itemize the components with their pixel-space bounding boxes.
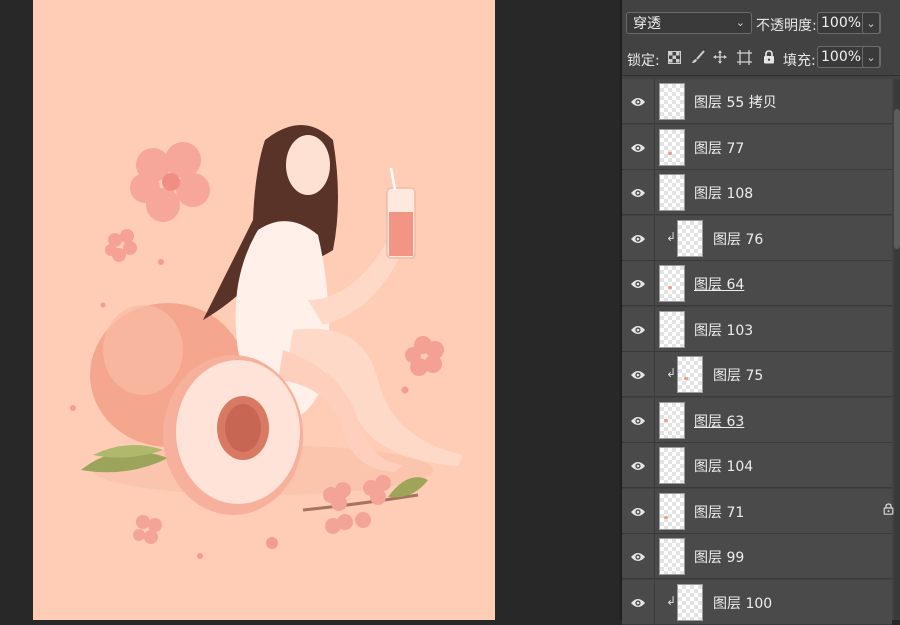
chevron-down-icon: ⌄ — [735, 16, 745, 29]
layer-visibility-toggle[interactable] — [622, 443, 655, 488]
layer-thumbnail — [677, 584, 703, 621]
eye-icon — [631, 143, 645, 152]
layer-row[interactable]: 图层 103 — [622, 307, 892, 352]
clipping-arrow-icon: ↲ — [666, 366, 677, 380]
opacity-value: 100% — [821, 15, 862, 31]
eye-icon — [631, 325, 645, 334]
eye-icon — [631, 370, 645, 379]
eye-icon — [631, 279, 645, 288]
eye-icon — [631, 97, 645, 106]
lock-artboard-icon[interactable] — [736, 49, 752, 65]
opacity-dropdown-button[interactable]: ⌄ — [862, 12, 880, 34]
layer-name[interactable]: 图层 63 — [694, 411, 744, 431]
chevron-down-icon: ⌄ — [866, 16, 876, 30]
layer-row[interactable]: 图层 99 — [622, 534, 892, 579]
fill-value: 100% — [821, 49, 862, 65]
layer-row[interactable]: 图层 64 — [622, 261, 892, 306]
layer-row[interactable]: ↲ 图层 100 — [622, 580, 892, 625]
layers-panel: 穿透 ⌄ 不透明度: 100% ⌄ 锁定: 填充: 100% ⌄ 图层 55 拷… — [622, 0, 900, 625]
layer-thumbnail — [659, 493, 685, 530]
clipping-arrow-icon: ↲ — [666, 594, 677, 608]
eye-icon — [631, 507, 645, 516]
layer-visibility-toggle[interactable] — [622, 79, 655, 124]
layer-thumbnail — [659, 447, 685, 484]
blend-mode-select[interactable]: 穿透 ⌄ — [626, 12, 752, 34]
artboard-illustration[interactable] — [33, 0, 495, 620]
layer-row[interactable]: ↲ 图层 76 — [622, 216, 892, 261]
lock-fill-row: 锁定: 填充: 100% ⌄ — [622, 40, 900, 74]
lock-transparent-pixels-icon[interactable] — [666, 49, 682, 65]
layer-name[interactable]: 图层 100 — [713, 593, 772, 613]
peach-girl-illustration — [33, 0, 495, 620]
layer-name[interactable]: 图层 108 — [694, 183, 753, 203]
clipping-arrow-icon: ↲ — [666, 230, 677, 244]
layer-thumbnail — [659, 311, 685, 348]
layer-visibility-toggle[interactable] — [622, 307, 655, 352]
layer-name[interactable]: 图层 75 — [713, 365, 763, 385]
layer-name[interactable]: 图层 77 — [694, 138, 744, 158]
eye-icon — [631, 552, 645, 561]
layer-row[interactable]: 图层 55 拷贝 — [622, 79, 892, 124]
eye-icon — [631, 188, 645, 197]
layer-name[interactable]: 图层 64 — [694, 274, 744, 294]
layer-name[interactable]: 图层 103 — [694, 320, 753, 340]
lock-all-icon[interactable] — [761, 49, 777, 65]
layer-visibility-toggle[interactable] — [622, 261, 655, 306]
layer-name[interactable]: 图层 99 — [694, 547, 744, 567]
eye-icon — [631, 461, 645, 470]
blend-mode-value: 穿透 — [633, 16, 661, 32]
layer-visibility-toggle[interactable] — [622, 216, 655, 261]
layer-name[interactable]: 图层 76 — [713, 229, 763, 249]
lock-position-icon[interactable] — [712, 49, 728, 65]
layer-list: 图层 55 拷贝 图层 77 图层 108 ↲ 图层 76 图层 64 图层 103 ↲ 图层 … — [622, 79, 893, 625]
lock-image-pixels-icon[interactable] — [690, 49, 706, 65]
layer-visibility-toggle[interactable] — [622, 352, 655, 397]
fill-dropdown-button[interactable]: ⌄ — [862, 46, 880, 68]
chevron-down-icon: ⌄ — [866, 50, 876, 64]
layer-row[interactable]: 图层 104 — [622, 443, 892, 488]
layer-thumbnail — [659, 265, 685, 302]
layer-visibility-toggle[interactable] — [622, 534, 655, 579]
blend-opacity-row: 穿透 ⌄ 不透明度: 100% ⌄ — [622, 6, 900, 40]
layer-thumbnail — [677, 220, 703, 257]
layer-thumbnail — [677, 356, 703, 393]
layer-visibility-toggle[interactable] — [622, 170, 655, 215]
layer-name[interactable]: 图层 55 拷贝 — [694, 92, 777, 112]
opacity-label: 不透明度: — [756, 18, 817, 34]
layer-name[interactable]: 图层 71 — [694, 502, 744, 522]
eye-icon — [631, 234, 645, 243]
layer-visibility-toggle[interactable] — [622, 489, 655, 534]
layer-visibility-toggle[interactable] — [622, 398, 655, 443]
layer-thumbnail — [659, 402, 685, 439]
eye-icon — [631, 416, 645, 425]
layer-thumbnail — [659, 538, 685, 575]
layer-thumbnail — [659, 174, 685, 211]
layer-list-scrollbar[interactable] — [894, 79, 900, 620]
layer-row[interactable]: 图层 77 — [622, 125, 892, 170]
eye-icon — [631, 598, 645, 607]
scrollbar-thumb[interactable] — [894, 109, 900, 249]
canvas-workspace[interactable] — [0, 0, 620, 620]
fill-label: 填充: — [783, 53, 816, 69]
layer-visibility-toggle[interactable] — [622, 580, 655, 625]
lock-label: 锁定: — [627, 53, 660, 69]
divider — [622, 75, 900, 76]
layer-thumbnail — [659, 83, 685, 120]
layer-row[interactable]: 图层 63 — [622, 398, 892, 443]
layer-row[interactable]: 图层 108 — [622, 170, 892, 215]
layer-row[interactable]: 图层 71 — [622, 489, 893, 534]
layer-row[interactable]: ↲ 图层 75 — [622, 352, 892, 397]
layer-name[interactable]: 图层 104 — [694, 456, 753, 476]
layer-visibility-toggle[interactable] — [622, 125, 655, 170]
layer-thumbnail — [659, 129, 685, 166]
